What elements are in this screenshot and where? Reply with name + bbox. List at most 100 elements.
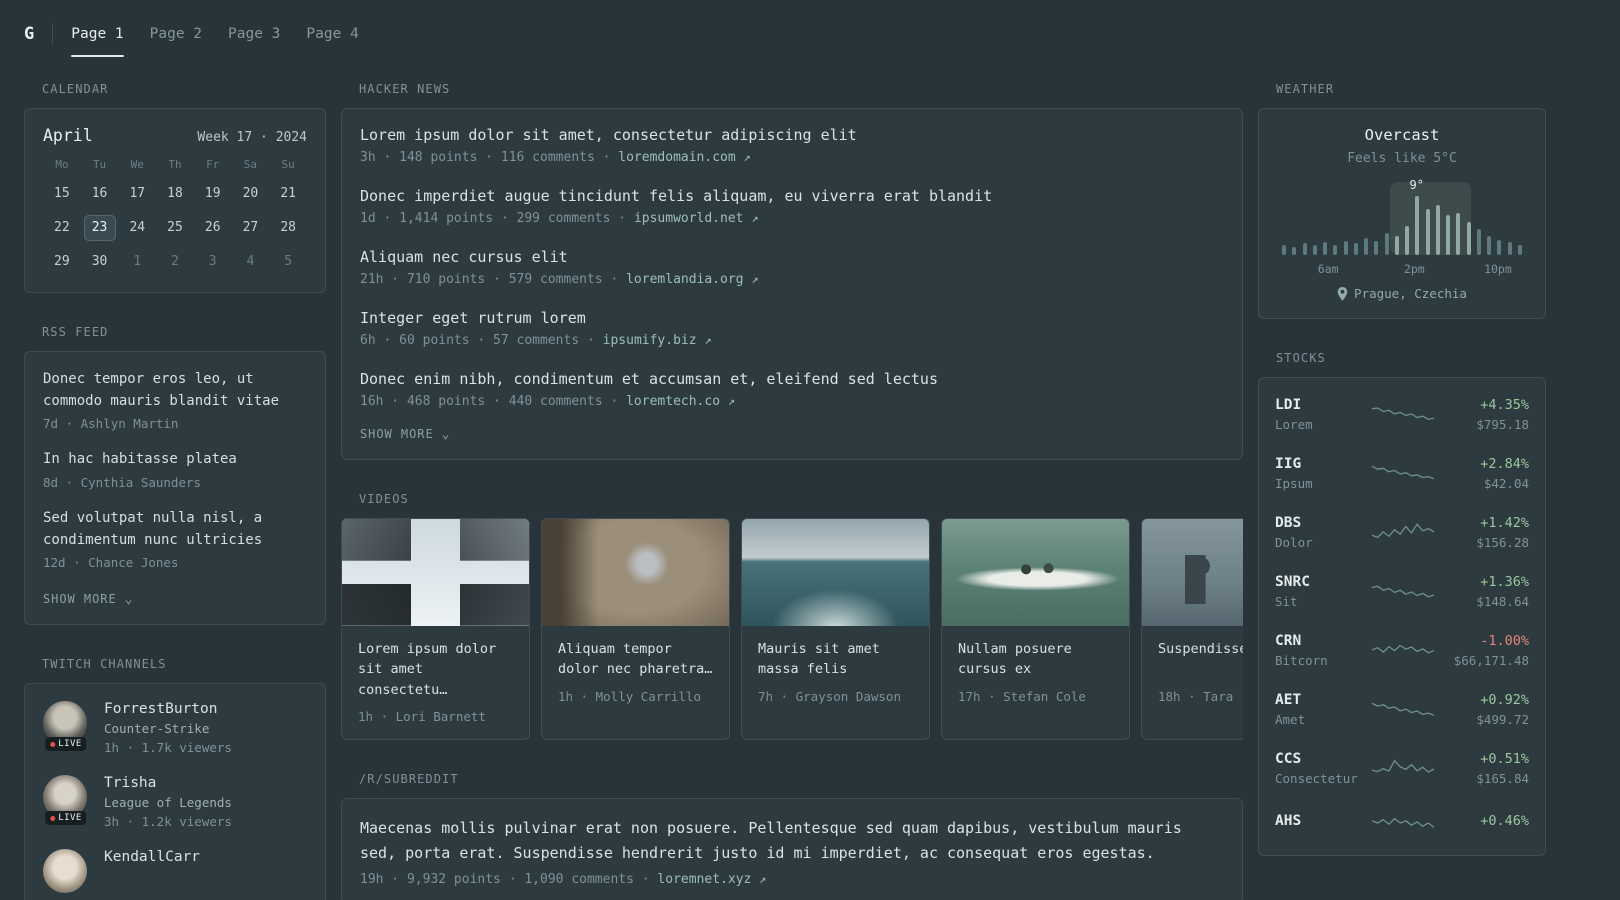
hn-item[interactable]: Integer eget rutrum lorem 6h · 60 points… [360, 309, 1224, 348]
calendar-date[interactable]: 20 [232, 181, 270, 207]
hn-item[interactable]: Lorem ipsum dolor sit amet, consectetur … [360, 126, 1224, 165]
stock-change: +0.51% [1480, 751, 1529, 767]
video-meta: 1h · Molly Carrillo [558, 689, 701, 704]
subreddit-post-meta: 19h · 9,932 points · 1,090 comments · lo… [360, 872, 1224, 887]
tab-page-2[interactable]: Page 2 [150, 20, 202, 48]
video-card[interactable]: Suspendisse diam 18h · Tara [1141, 518, 1243, 740]
source-link[interactable]: loremnet.xyz [657, 872, 751, 887]
app-logo[interactable]: G [24, 24, 34, 44]
calendar-dow: Mo [55, 158, 69, 171]
channel-name[interactable]: ForrestBurton [104, 701, 232, 717]
stock-symbol[interactable]: CRN [1275, 633, 1365, 649]
video-title[interactable]: Nullam posuere cursus ex [958, 639, 1113, 680]
weather-bar [1425, 209, 1430, 255]
hn-item-title[interactable]: Donec imperdiet augue tincidunt felis al… [360, 187, 1224, 205]
video-title[interactable]: Aliquam tempor dolor nec pharetra… [558, 639, 713, 680]
calendar-date[interactable]: 29 [43, 249, 81, 275]
video-title[interactable]: Mauris sit amet massa felis [758, 639, 913, 680]
source-link[interactable]: ipsumworld.net [634, 211, 744, 226]
stock-symbol[interactable]: IIG [1275, 456, 1365, 472]
tab-page-1[interactable]: Page 1 [71, 20, 125, 57]
hn-item-title[interactable]: Integer eget rutrum lorem [360, 309, 1224, 327]
subreddit-post-title[interactable]: Maecenas mollis pulvinar erat non posuer… [360, 816, 1224, 866]
video-thumbnail[interactable] [742, 519, 929, 626]
calendar-date-next-month[interactable]: 4 [232, 249, 270, 275]
hn-show-more-button[interactable]: SHOW MORE ⌄ [360, 427, 450, 441]
rss-item[interactable]: Sed volutpat nulla nisl, a condimentum n… [43, 508, 307, 570]
stock-row[interactable]: LDI Lorem +4.35% $795.18 [1275, 385, 1529, 444]
weather-bar [1466, 222, 1471, 255]
rss-item-title[interactable]: Donec tempor eros leo, ut commodo mauris… [43, 369, 307, 412]
calendar-date[interactable]: 27 [232, 215, 270, 241]
stock-symbol[interactable]: SNRC [1275, 574, 1365, 590]
calendar-date[interactable]: 25 [156, 215, 194, 241]
video-thumbnail[interactable] [942, 519, 1129, 626]
video-title[interactable]: Lorem ipsum dolor sit amet consectetu… [358, 639, 513, 700]
stock-symbol[interactable]: CCS [1275, 751, 1365, 767]
rss-item-title[interactable]: Sed volutpat nulla nisl, a condimentum n… [43, 508, 307, 551]
tab-page-3[interactable]: Page 3 [228, 20, 280, 48]
rss-item[interactable]: Donec tempor eros leo, ut commodo mauris… [43, 369, 307, 431]
calendar-date[interactable]: 16 [81, 181, 119, 207]
calendar-date[interactable]: 21 [269, 181, 307, 207]
calendar-date[interactable]: 30 [81, 249, 119, 275]
hn-item-meta: 16h · 468 points · 440 comments · loremt… [360, 394, 1224, 409]
calendar-date-next-month[interactable]: 5 [269, 249, 307, 275]
rss-item[interactable]: In hac habitasse platea 8d · Cynthia Sau… [43, 449, 307, 490]
rss-item-title[interactable]: In hac habitasse platea [43, 449, 307, 471]
calendar-date[interactable]: 22 [43, 215, 81, 241]
stock-symbol[interactable]: DBS [1275, 515, 1365, 531]
top-nav: G Page 1 Page 2 Page 3 Page 4 [0, 0, 1620, 68]
video-card[interactable]: Mauris sit amet massa felis 7h · Grayson… [741, 518, 930, 740]
twitch-channel[interactable]: LIVE Trisha League of Legends 3h · 1.2k … [43, 775, 307, 829]
hn-item-title[interactable]: Lorem ipsum dolor sit amet, consectetur … [360, 126, 1224, 144]
channel-name[interactable]: Trisha [104, 775, 232, 791]
stock-row[interactable]: AET Amet +0.92% $499.72 [1275, 680, 1529, 739]
calendar-date-selected[interactable]: 23 [83, 215, 116, 241]
hn-item[interactable]: Donec imperdiet augue tincidunt felis al… [360, 187, 1224, 226]
calendar-date[interactable]: 18 [156, 181, 194, 207]
video-title[interactable]: Suspendisse diam [1158, 639, 1243, 680]
twitch-channel[interactable]: KendallCarr [43, 849, 307, 894]
hn-item[interactable]: Donec enim nibh, condimentum et accumsan… [360, 370, 1224, 409]
video-card[interactable]: Aliquam tempor dolor nec pharetra… 1h · … [541, 518, 730, 740]
stock-row[interactable]: AHS +0.46% [1275, 798, 1529, 848]
video-card[interactable]: Nullam posuere cursus ex 17h · Stefan Co… [941, 518, 1130, 740]
source-link[interactable]: loremtech.co [626, 394, 720, 409]
stock-row[interactable]: IIG Ipsum +2.84% $42.04 [1275, 444, 1529, 503]
subreddit-post[interactable]: Maecenas mollis pulvinar erat non posuer… [360, 816, 1224, 888]
video-thumbnail[interactable] [1142, 519, 1243, 626]
calendar-date[interactable]: 19 [194, 181, 232, 207]
hn-item-title[interactable]: Aliquam nec cursus elit [360, 248, 1224, 266]
channel-name[interactable]: KendallCarr [104, 849, 200, 865]
stock-row[interactable]: DBS Dolor +1.42% $156.28 [1275, 503, 1529, 562]
hn-item[interactable]: Aliquam nec cursus elit 21h · 710 points… [360, 248, 1224, 287]
source-link[interactable]: loremdomain.com [618, 150, 735, 165]
stock-row[interactable]: CCS Consectetur +0.51% $165.84 [1275, 739, 1529, 798]
calendar-date[interactable]: 15 [43, 181, 81, 207]
stock-symbol[interactable]: AET [1275, 692, 1365, 708]
video-thumbnail[interactable] [342, 519, 529, 626]
source-link[interactable]: loremlandia.org [626, 272, 743, 287]
stock-row[interactable]: CRN Bitcorn -1.00% $66,171.48 [1275, 621, 1529, 680]
calendar-date[interactable]: 28 [269, 215, 307, 241]
stock-symbol[interactable]: LDI [1275, 397, 1365, 413]
calendar-date[interactable]: 17 [118, 181, 156, 207]
source-link[interactable]: ipsumify.biz [603, 333, 697, 348]
weather-location[interactable]: Prague, Czechia [1277, 286, 1527, 301]
tab-page-4[interactable]: Page 4 [306, 20, 358, 48]
stock-symbol[interactable]: AHS [1275, 813, 1365, 829]
calendar-date-next-month[interactable]: 3 [194, 249, 232, 275]
stock-row[interactable]: SNRC Sit +1.36% $148.64 [1275, 562, 1529, 621]
calendar-date[interactable]: 26 [194, 215, 232, 241]
video-card[interactable]: Lorem ipsum dolor sit amet consectetu… 1… [341, 518, 530, 740]
twitch-channel[interactable]: LIVE ForrestBurton Counter-Strike 1h · 1… [43, 701, 307, 755]
rss-show-more-button[interactable]: SHOW MORE ⌄ [43, 592, 133, 606]
calendar-date-next-month[interactable]: 1 [118, 249, 156, 275]
stock-name: Amet [1275, 712, 1306, 727]
calendar-date-next-month[interactable]: 2 [156, 249, 194, 275]
hn-item-title[interactable]: Donec enim nibh, condimentum et accumsan… [360, 370, 1224, 388]
video-thumbnail[interactable] [542, 519, 729, 626]
calendar-date[interactable]: 24 [118, 215, 156, 241]
weather-bar [1497, 240, 1502, 255]
